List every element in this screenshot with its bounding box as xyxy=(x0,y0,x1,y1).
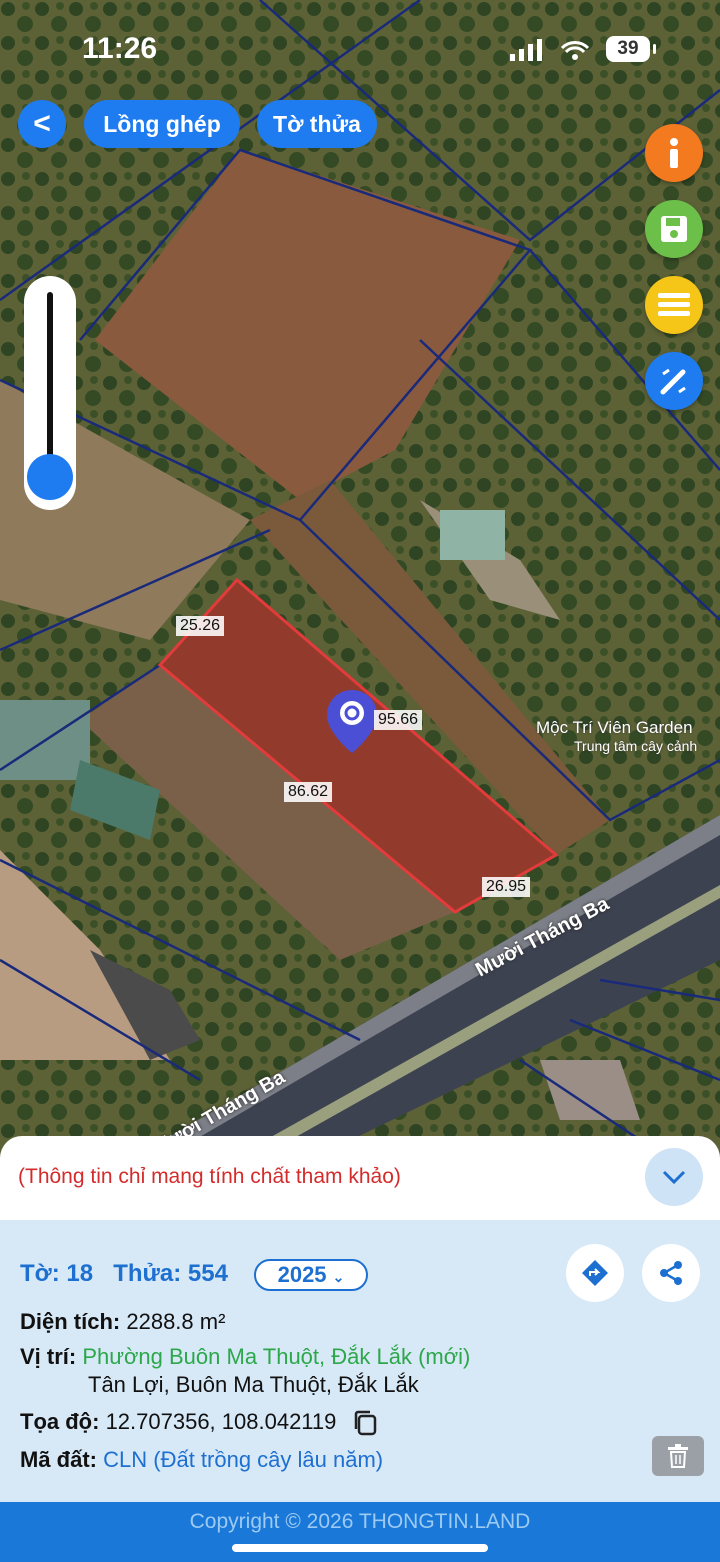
place-label[interactable]: Mộc Trí Viên Garden Trung tâm cây cảnh xyxy=(536,718,697,754)
merge-layer-button[interactable]: Lồng ghép xyxy=(84,100,240,148)
zoom-slider[interactable] xyxy=(24,276,76,510)
status-bar: 11:26 39 xyxy=(0,30,720,70)
parcel-info-panel: Tờ: 18 Thửa: 554 2025 ⌄ Diện tích: 2288.… xyxy=(0,1220,720,1502)
signal-wifi-icon xyxy=(510,39,590,61)
year-value: 2025 xyxy=(277,1262,327,1287)
area-label: Diện tích: xyxy=(20,1309,121,1334)
footer: Copyright © 2026 THONGTIN.LAND xyxy=(0,1502,720,1562)
copy-icon[interactable] xyxy=(353,1410,379,1436)
edge-length-label: 25.26 xyxy=(176,616,225,636)
home-indicator[interactable] xyxy=(232,1544,488,1552)
location-new: Phường Buôn Ma Thuột, Đắk Lắk (mới) xyxy=(82,1344,471,1369)
chevron-down-icon: ⌄ xyxy=(332,1269,345,1285)
info-button[interactable] xyxy=(645,124,703,182)
place-subtitle: Trung tâm cây cảnh xyxy=(574,738,698,754)
sheet-number: Tờ: 18 xyxy=(20,1260,94,1287)
directions-icon xyxy=(582,1260,608,1286)
land-code-value[interactable]: CLN (Đất trồng cây lâu năm) xyxy=(103,1447,383,1472)
clock: 11:26 xyxy=(82,32,158,65)
sheet-parcel-button[interactable]: Tờ thửa xyxy=(257,100,377,148)
area-value: 2288.8 m² xyxy=(126,1309,226,1334)
collapse-button[interactable] xyxy=(645,1148,703,1206)
share-button[interactable] xyxy=(642,1244,700,1302)
share-icon xyxy=(660,1261,682,1285)
trash-icon xyxy=(668,1444,688,1468)
battery-indicator: 39 xyxy=(606,36,656,62)
location-label: Vị trí: xyxy=(20,1344,77,1369)
info-sheet-header: (Thông tin chỉ mang tính chất tham khảo) xyxy=(0,1136,720,1220)
year-select[interactable]: 2025 ⌄ xyxy=(254,1259,368,1291)
location-old: Tân Lợi, Buôn Ma Thuột, Đắk Lắk xyxy=(88,1372,419,1397)
coordinate-label: Tọa độ: xyxy=(20,1409,100,1434)
zoom-track xyxy=(47,292,53,462)
land-code-label: Mã đất: xyxy=(20,1447,97,1472)
edge-length-label: 26.95 xyxy=(482,877,531,897)
list-button[interactable] xyxy=(645,276,703,334)
zoom-handle[interactable] xyxy=(27,454,73,500)
save-button[interactable] xyxy=(645,200,703,258)
satellite-map xyxy=(0,0,720,1160)
map-view[interactable]: 25.26 95.66 86.62 26.95 Mộc Trí Viên Gar… xyxy=(0,0,720,1160)
chevron-down-icon xyxy=(662,1170,686,1185)
lot-number: Thửa: 554 xyxy=(113,1260,228,1287)
edge-length-label: 95.66 xyxy=(374,710,423,730)
back-button[interactable]: < xyxy=(18,100,66,148)
directions-button[interactable] xyxy=(566,1244,624,1302)
save-icon xyxy=(661,216,687,242)
disclaimer-text: (Thông tin chỉ mang tính chất tham khảo) xyxy=(18,1165,401,1188)
place-name: Mộc Trí Viên Garden xyxy=(536,718,693,737)
list-icon xyxy=(658,293,690,316)
copyright-text: Copyright © 2026 THONGTIN.LAND xyxy=(189,1510,531,1533)
info-icon xyxy=(670,138,678,168)
edge-length-label: 86.62 xyxy=(284,782,333,802)
coordinate-value: 12.707356, 108.042119 xyxy=(105,1409,337,1434)
edit-map-icon xyxy=(660,368,686,395)
edit-map-button[interactable] xyxy=(645,352,703,410)
delete-button[interactable] xyxy=(652,1436,704,1476)
